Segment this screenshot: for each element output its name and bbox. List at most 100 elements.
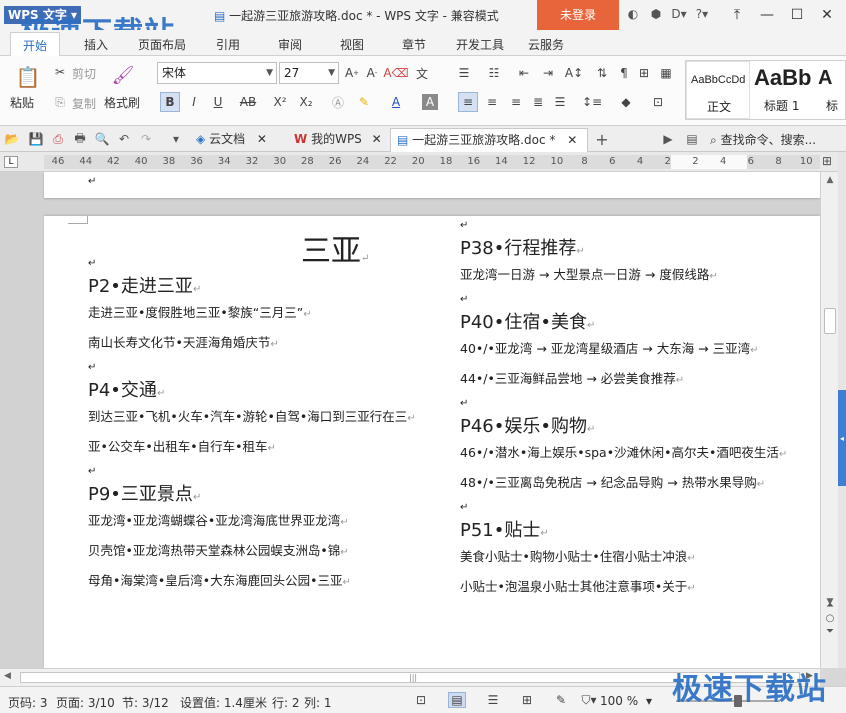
section-heading[interactable]: P46•娱乐•购物↵ xyxy=(460,412,595,438)
save-icon[interactable]: 💾 xyxy=(28,131,44,147)
line-spacing-icon[interactable]: ↕≡ xyxy=(582,94,602,110)
paste-icon[interactable]: 📋 xyxy=(16,64,41,90)
next-page-icon[interactable]: ⏷ xyxy=(822,626,838,639)
body-line[interactable]: 亚龙湾一日游 → 大型景点一日游 → 度假线路↵ xyxy=(460,264,718,283)
body-line[interactable]: 亚•公交车•出租车•自行车•租车↵ xyxy=(88,436,276,455)
font-name-select[interactable]: 宋体 ▼ xyxy=(157,62,277,84)
zoom-level[interactable]: 100 % xyxy=(600,694,638,708)
document-title[interactable]: 三亚↵ xyxy=(301,226,369,270)
status-page-code[interactable]: 页码: 3 xyxy=(8,694,48,711)
grid-icon[interactable]: ▦ xyxy=(658,65,674,81)
page-view-icon[interactable]: ▤ xyxy=(448,692,466,708)
section-heading[interactable]: P51•贴士↵ xyxy=(460,516,549,542)
body-line[interactable]: 贝壳馆•亚龙湾热带天堂森林公园蜈支洲岛•锦↵ xyxy=(88,540,349,559)
section-heading[interactable]: P9•三亚景点↵ xyxy=(88,480,201,506)
body-line[interactable]: 走进三亚•度假胜地三亚•黎族“三月三”↵ xyxy=(88,302,312,321)
font-color-icon[interactable]: A xyxy=(388,94,404,110)
cut-button[interactable]: 剪切 xyxy=(72,65,96,82)
body-line[interactable]: 46•/•潜水•海上娱乐•spa•沙滩休闲•高尔夫•酒吧夜生活↵ xyxy=(460,442,787,461)
side-panel-toggle[interactable]: ◂ xyxy=(838,390,846,486)
body-line[interactable]: 到达三亚•飞机•火车•汽车•游轮•自驾•海口到三亚行在三↵ xyxy=(88,406,416,425)
copy-button[interactable]: 复制 xyxy=(72,95,96,112)
customize-toolbar-icon[interactable]: ▾ xyxy=(168,131,184,147)
body-line[interactable]: 44•/•三亚海鲜品尝地 → 必尝美食推荐↵ xyxy=(460,368,684,387)
maximize-icon[interactable]: ☐ xyxy=(782,4,812,26)
status-col[interactable]: 列: 1 xyxy=(304,694,332,711)
prev-page-icon[interactable]: ⏶ xyxy=(822,600,838,613)
justify-icon[interactable]: ≣ xyxy=(530,94,546,110)
phonetic-icon[interactable]: 文 xyxy=(414,65,430,81)
body-line[interactable]: 南山长寿文化节•天涯海角婚庆节↵ xyxy=(88,332,279,351)
tab-stop-selector[interactable]: L xyxy=(4,156,18,168)
char-shading-icon[interactable]: A xyxy=(422,94,438,110)
table-icon[interactable]: ⊞ xyxy=(636,65,652,81)
body-line[interactable]: 母角•海棠湾•皇后湾•大东海鹿回头公园•三亚↵ xyxy=(88,570,351,589)
close-icon[interactable]: ✕ xyxy=(567,133,577,147)
body-line[interactable]: 美食小贴士•购物小贴士•住宿小贴士冲浪↵ xyxy=(460,546,696,565)
fullscreen-icon[interactable]: ⤒ xyxy=(722,4,752,26)
status-setting[interactable]: 设置值: 1.4厘米 xyxy=(180,694,267,711)
status-page[interactable]: 页面: 3/10 xyxy=(56,694,115,711)
tab-list-icon[interactable]: ▤ xyxy=(684,131,700,147)
login-button[interactable]: 未登录 xyxy=(537,0,619,30)
tab-current-document[interactable]: ▤ 一起游三亚旅游攻略.doc * ✕ xyxy=(390,128,588,152)
shading-icon[interactable]: ◆ xyxy=(618,94,634,110)
tab-cloud-docs[interactable]: ◈ 云文档 ✕ xyxy=(192,128,288,152)
undo-icon[interactable]: ↶ xyxy=(116,131,132,147)
section-heading[interactable]: P40•住宿•美食↵ xyxy=(460,308,595,334)
border-icon[interactable]: ⊡ xyxy=(650,94,666,110)
web-view-icon[interactable]: ⊞ xyxy=(518,692,536,708)
body-line[interactable]: 40•/•亚龙湾 → 亚龙湾星级酒店 → 大东海 → 三亚湾↵ xyxy=(460,338,759,357)
italic-button[interactable]: I xyxy=(186,94,202,110)
format-painter-button[interactable]: 格式刷 xyxy=(104,94,140,111)
distribute-icon[interactable]: ☰ xyxy=(552,94,568,110)
show-marks-icon[interactable]: ¶ xyxy=(616,65,632,81)
help-icon[interactable]: ?▾ xyxy=(694,6,710,22)
format-painter-icon[interactable]: 🖌 xyxy=(112,64,135,86)
horizontal-ruler[interactable]: 46 44 42 40 38 36 34 32 30 28 26 24 22 20 18 16 14 12 10 8 6… xyxy=(44,155,820,169)
redo-icon[interactable]: ↷ xyxy=(138,131,154,147)
tab-view[interactable]: 视图 xyxy=(340,36,364,53)
section-heading[interactable]: P4•交通↵ xyxy=(88,376,165,402)
subscript-icon[interactable]: X₂ xyxy=(298,94,314,110)
new-tab-icon[interactable]: + xyxy=(594,130,610,149)
highlight-icon[interactable]: ✎ xyxy=(356,94,372,110)
command-search[interactable]: ⌕ 查找命令、搜索... xyxy=(710,131,816,148)
sort-icon[interactable]: ⇅ xyxy=(594,65,610,81)
underline-button[interactable]: U xyxy=(210,94,226,110)
tab-cloud-service[interactable]: 云服务 xyxy=(528,36,564,53)
tab-my-wps[interactable]: W 我的WPS ✕ xyxy=(290,128,390,152)
section-heading[interactable]: P38•行程推荐↵ xyxy=(460,234,585,260)
status-section[interactable]: 节: 3/12 xyxy=(122,694,169,711)
tab-section[interactable]: 章节 xyxy=(402,36,426,53)
status-row[interactable]: 行: 2 xyxy=(272,694,300,711)
focus-mode-icon[interactable]: ⊡ xyxy=(412,692,430,708)
text-direction-icon[interactable]: A↕ xyxy=(565,65,583,81)
strikethrough-icon[interactable]: AB xyxy=(240,94,256,110)
tab-references[interactable]: 引用 xyxy=(216,36,240,53)
close-icon[interactable]: ✕ xyxy=(372,132,382,146)
select-browse-icon[interactable]: ○ xyxy=(822,613,838,626)
numbering-icon[interactable]: ☷ xyxy=(486,65,502,81)
ruler-toggle-icon[interactable]: ⊞ xyxy=(822,154,832,168)
open-folder-icon[interactable]: 📂 xyxy=(4,131,20,147)
section-heading[interactable]: P2•走进三亚↵ xyxy=(88,272,201,298)
font-size-select[interactable]: 27 ▼ xyxy=(279,62,339,84)
vertical-scrollbar[interactable]: ▲ ▼ xyxy=(820,172,838,668)
minimize-icon[interactable]: — xyxy=(752,4,782,26)
scroll-up-icon[interactable]: ▲ xyxy=(821,172,839,188)
skin-icon[interactable]: ◐ xyxy=(625,6,641,22)
tab-review[interactable]: 审阅 xyxy=(278,36,302,53)
scroll-thumb[interactable] xyxy=(824,308,836,334)
zoom-dropdown-icon[interactable]: ▾ xyxy=(646,694,652,708)
outline-view-icon[interactable]: ☰ xyxy=(484,692,502,708)
scroll-left-icon[interactable]: ◀ xyxy=(4,671,11,681)
print-icon[interactable]: 🖶 xyxy=(72,131,88,147)
close-icon[interactable]: ✕ xyxy=(812,4,842,26)
document-page[interactable]: 三亚↵ ↵ P2•走进三亚↵ 走进三亚•度假胜地三亚•黎族“三月三”↵ 南山长寿文化节… xyxy=(44,216,820,668)
close-icon[interactable]: ✕ xyxy=(257,132,267,146)
document-canvas[interactable]: ↵ 三亚↵ ↵ P2•走进三亚↵ 走进三亚•度假胜地三亚•黎族“三月三”↵ 南山长寿文… xyxy=(0,172,820,668)
bold-button[interactable]: B xyxy=(160,92,180,112)
align-center-icon[interactable]: ≡ xyxy=(484,94,500,110)
align-right-icon[interactable]: ≡ xyxy=(508,94,524,110)
